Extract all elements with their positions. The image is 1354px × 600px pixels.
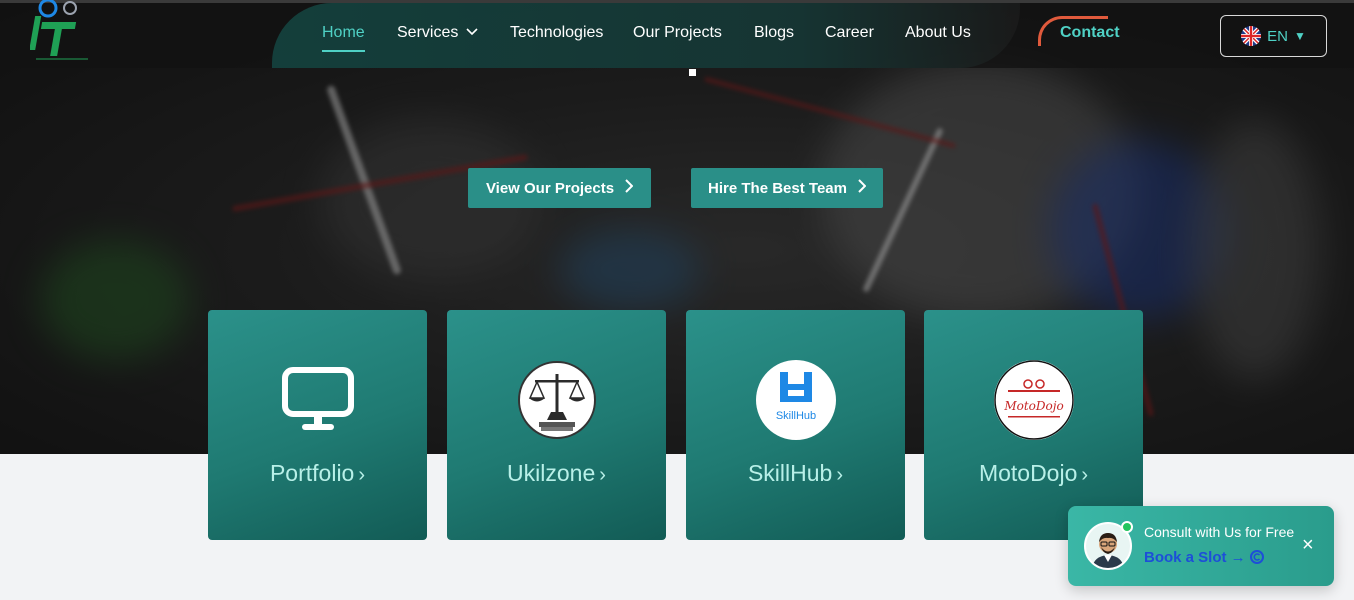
- hero-background: [0, 0, 1354, 454]
- hire-team-button[interactable]: Hire The Best Team: [691, 168, 883, 208]
- chevron-right-icon: [857, 179, 867, 197]
- chevron-right-icon: [624, 179, 634, 197]
- chevron-right-icon: ›: [836, 464, 844, 486]
- consult-title: Consult with Us for Free: [1144, 524, 1295, 540]
- skillhub-logo: SkillHub: [755, 360, 836, 440]
- card-portfolio[interactable]: Portfolio ›: [208, 310, 427, 540]
- nav-blogs[interactable]: Blogs: [754, 24, 794, 42]
- calendly-icon: [1249, 549, 1264, 566]
- card-motodojo-label: MotoDojo ›: [978, 460, 1089, 486]
- online-status-dot: [1121, 521, 1133, 533]
- svg-text:MotoDojo: MotoDojo: [1003, 399, 1063, 413]
- nav-about-us[interactable]: About Us: [905, 24, 971, 42]
- slider-indicator[interactable]: [689, 69, 696, 76]
- book-slot-link[interactable]: Book a Slot →: [1144, 549, 1264, 566]
- nav-our-projects[interactable]: Our Projects: [633, 24, 722, 42]
- chevron-right-icon: ›: [358, 464, 366, 486]
- nav-technologies[interactable]: Technologies: [510, 24, 603, 42]
- scales-of-justice-logo: [517, 360, 597, 440]
- language-selector[interactable]: EN ▼: [1220, 15, 1327, 57]
- book-slot-label: Book a Slot →: [1144, 549, 1246, 566]
- card-ukilzone[interactable]: Ukilzone ›: [447, 310, 666, 540]
- contact-button[interactable]: Contact: [1038, 16, 1138, 52]
- company-logo[interactable]: [29, 0, 92, 64]
- card-ukilzone-label: Ukilzone ›: [507, 460, 606, 486]
- chevron-down-icon: [466, 25, 478, 39]
- card-skillhub[interactable]: SkillHub SkillHub ›: [686, 310, 905, 540]
- nav-career[interactable]: Career: [825, 24, 874, 42]
- caret-down-icon: ▼: [1293, 29, 1306, 43]
- chevron-right-icon: ›: [1081, 464, 1089, 486]
- close-icon[interactable]: ×: [1302, 534, 1314, 557]
- nav-active-indicator: [322, 50, 365, 52]
- card-portfolio-label: Portfolio ›: [269, 460, 366, 486]
- nav-home[interactable]: Home: [322, 24, 365, 42]
- card-skillhub-label: SkillHub ›: [747, 460, 844, 486]
- nav-services[interactable]: Services: [397, 24, 478, 42]
- view-projects-button[interactable]: View Our Projects: [468, 168, 651, 208]
- nav-services-label: Services: [397, 24, 459, 41]
- language-code: EN: [1267, 27, 1288, 45]
- contact-label: Contact: [1060, 24, 1120, 41]
- uk-flag-icon: [1241, 26, 1262, 46]
- consult-widget: Consult with Us for Free Book a Slot → ×: [1068, 506, 1334, 586]
- chevron-right-icon: ›: [599, 464, 606, 486]
- svg-text:SkillHub: SkillHub: [775, 410, 815, 422]
- view-projects-label: View Our Projects: [485, 179, 615, 197]
- motodojo-logo: MotoDojo: [993, 360, 1074, 440]
- monitor-icon: [278, 360, 358, 440]
- hire-team-label: Hire The Best Team: [708, 179, 847, 197]
